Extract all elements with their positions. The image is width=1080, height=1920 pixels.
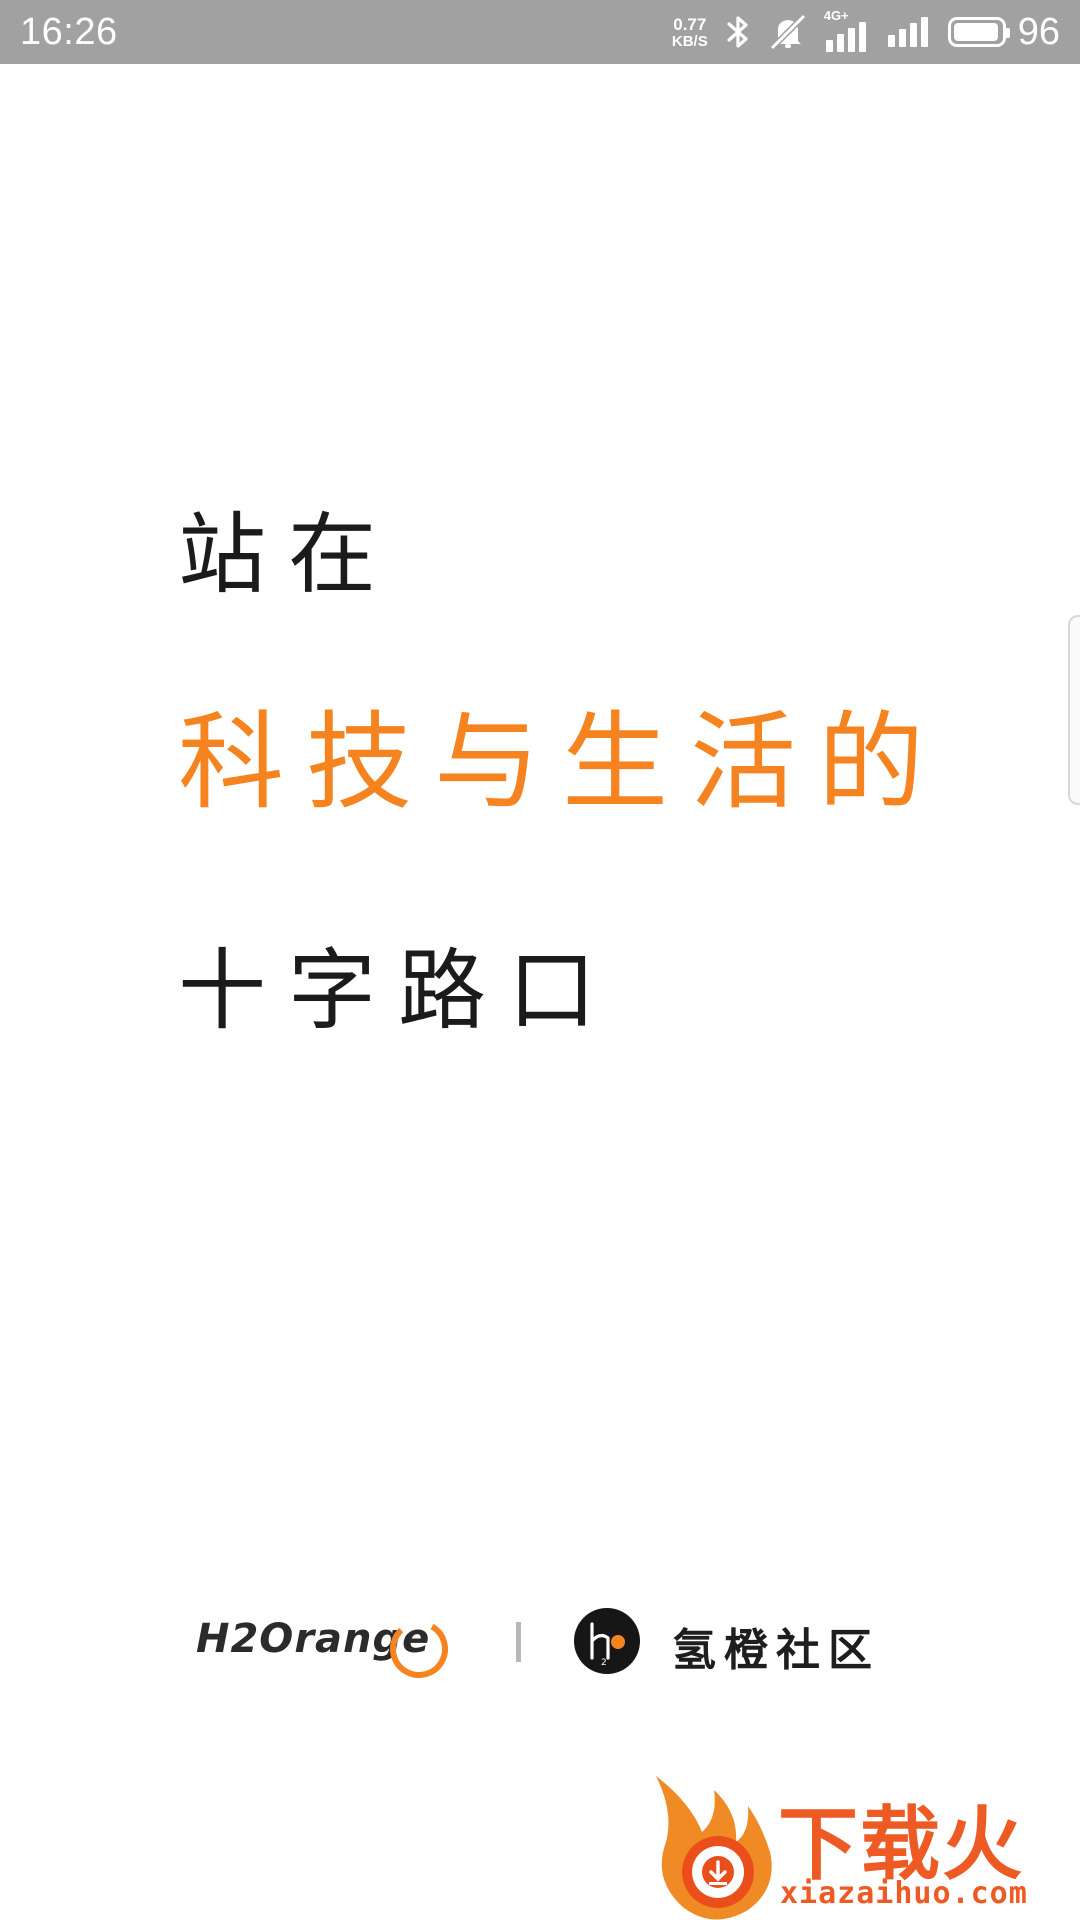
slogan-line-2: 科技与生活的	[178, 701, 946, 824]
orange-ring-icon	[390, 1620, 448, 1678]
flame-logo-icon	[656, 1776, 772, 1920]
slogan-line-1: 站在	[178, 503, 399, 606]
signal-4g-icon: 4G+	[824, 8, 870, 52]
battery-percent: 96	[1017, 10, 1060, 53]
network-speed-unit: KB/S	[671, 32, 708, 50]
brand-divider	[516, 1622, 521, 1662]
community-name: 氢橙社区	[672, 1625, 880, 1676]
status-icons: 0.77 KB/S 4G+ 96	[672, 8, 1060, 54]
bluetooth-icon	[724, 14, 752, 50]
network-type: 4G+	[823, 8, 849, 23]
svg-text:2: 2	[601, 1658, 607, 1668]
status-bar: 16:26 0.77 KB/S 4G+ 96	[0, 0, 1080, 64]
battery-icon	[947, 17, 1010, 47]
network-speed: 0.77 KB/S	[672, 16, 708, 49]
silent-mode-icon	[768, 13, 808, 51]
brand-row: H2Orange 2 氢橙社区	[196, 1600, 896, 1680]
h2orange-logo: H2Orange	[196, 1608, 462, 1678]
battery-fill	[953, 23, 998, 41]
xiazaihuo-watermark: 下载火 xiazaihuo.com	[640, 1772, 1080, 1920]
status-time: 16:26	[20, 10, 118, 53]
signal-icon	[886, 17, 932, 47]
slogan-line-3: 十字路口	[178, 939, 619, 1042]
watermark-url: xiazaihuo.com	[780, 1876, 1028, 1911]
edge-drawer-handle[interactable]	[1068, 615, 1080, 805]
h2-badge-icon: 2	[574, 1608, 640, 1674]
network-speed-value: 0.77	[673, 14, 707, 34]
